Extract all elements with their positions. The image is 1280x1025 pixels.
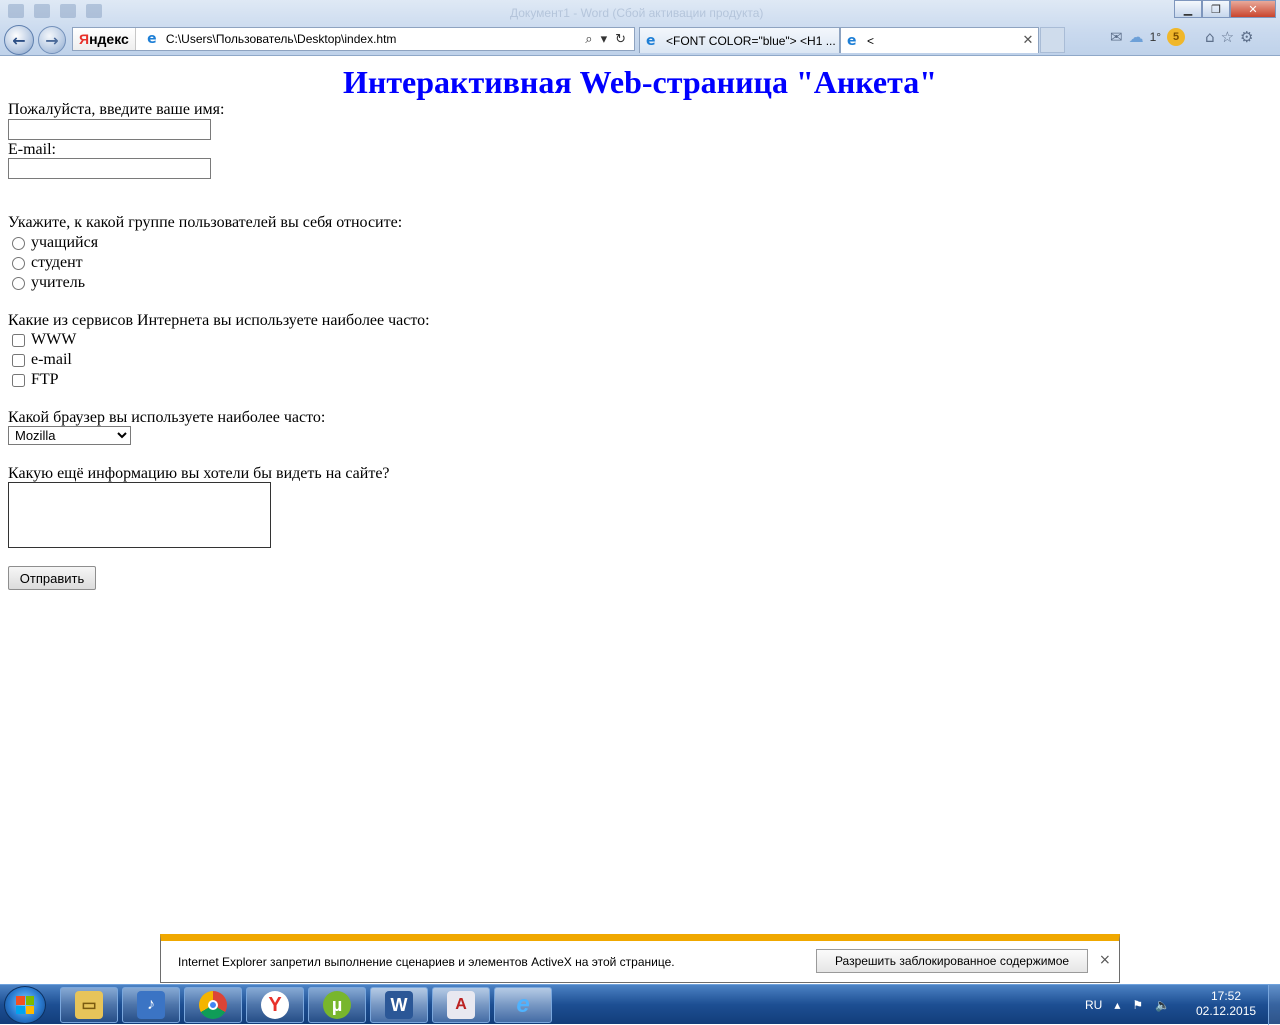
services-question: Какие из сервисов Интернета вы используе…: [8, 312, 430, 329]
group-radio[interactable]: [12, 276, 25, 290]
forward-arrow-icon: →: [45, 30, 59, 50]
browser-toolbar: Документ1 - Word (Сбой активации продукт…: [0, 0, 1280, 56]
service-option-ftp[interactable]: FTP: [10, 370, 59, 390]
service-option-www[interactable]: WWW: [10, 330, 76, 350]
windows-taskbar: ▭ ♪ Y µ W A e RU ▴ ⚑ 🔈 17:52 02.12.2015: [0, 984, 1280, 1025]
group-option-pupil[interactable]: учащийся: [10, 233, 98, 253]
search-icon[interactable]: ⌕: [585, 32, 592, 47]
yandex-search-logo[interactable]: Яндекс: [73, 28, 136, 50]
yandex-browser-icon: Y: [261, 991, 289, 1019]
coin-badge-icon[interactable]: 5: [1167, 28, 1186, 46]
taskbar-yandex-browser[interactable]: Y: [246, 987, 304, 1023]
info-question: Какую ещё информацию вы хотели бы видеть…: [8, 465, 390, 482]
home-icon[interactable]: ⌂: [1205, 28, 1215, 46]
word-icon: W: [385, 991, 413, 1019]
tab-label: <FONT COLOR="blue"> <H1 ...: [666, 33, 836, 48]
allow-blocked-content-button[interactable]: Разрешить заблокированное содержимое: [816, 949, 1088, 973]
group-radio[interactable]: [12, 236, 25, 250]
notification-message: Internet Explorer запретил выполнение сц…: [178, 955, 675, 969]
browser-select[interactable]: Mozilla: [8, 426, 131, 445]
group-radio[interactable]: [12, 256, 25, 270]
quick-access-toolbar: [8, 4, 102, 18]
name-input[interactable]: [8, 119, 211, 140]
service-checkbox[interactable]: [12, 373, 25, 387]
close-window-button[interactable]: ✕: [1230, 0, 1276, 18]
email-input[interactable]: [8, 158, 211, 179]
page-content: Интерактивная Web-страница "Анкета" Пожа…: [0, 57, 1280, 590]
service-checkbox[interactable]: [12, 333, 25, 347]
close-icon[interactable]: ×: [1099, 952, 1111, 968]
activex-notification-bar: Internet Explorer запретил выполнение сц…: [160, 934, 1120, 983]
address-url[interactable]: C:\Users\Пользователь\Desktop\index.htm: [166, 32, 585, 46]
taskbar-word[interactable]: W: [370, 987, 428, 1023]
group-option-teacher[interactable]: учитель: [10, 273, 85, 293]
system-tray: RU ▴ ⚑ 🔈: [1085, 985, 1170, 1025]
back-button[interactable]: ←: [4, 25, 34, 55]
favorites-star-icon[interactable]: ☆: [1221, 28, 1234, 46]
taskbar-media-player[interactable]: ♪: [122, 987, 180, 1023]
forward-button[interactable]: →: [38, 26, 66, 54]
back-arrow-icon: ←: [12, 30, 26, 50]
window-title: Документ1 - Word (Сбой активации продукт…: [510, 6, 764, 20]
group-question: Укажите, к какой группе пользователей вы…: [8, 214, 403, 231]
ie-page-icon: e: [646, 32, 656, 49]
ie-page-icon: e: [147, 31, 157, 47]
browser-question: Какой браузер вы используете наиболее ча…: [8, 409, 326, 426]
clock-time: 17:52: [1210, 989, 1242, 1003]
start-button[interactable]: [4, 986, 46, 1024]
submit-button[interactable]: Отправить: [8, 566, 96, 590]
new-tab-button[interactable]: [1040, 27, 1065, 53]
email-label: E-mail:: [8, 141, 56, 158]
taskbar-access-app[interactable]: A: [432, 987, 490, 1023]
gear-icon[interactable]: ⚙: [1240, 28, 1253, 46]
tab-font-color[interactable]: e <FONT COLOR="blue"> <H1 ...: [639, 27, 840, 53]
volume-icon[interactable]: 🔈: [1155, 998, 1170, 1012]
language-indicator[interactable]: RU: [1085, 998, 1102, 1012]
taskbar-internet-explorer[interactable]: e: [494, 987, 552, 1023]
ie-page-icon: e: [847, 32, 857, 49]
dropdown-arrow-icon[interactable]: ▾: [601, 32, 608, 47]
tray-expand-icon[interactable]: ▴: [1114, 998, 1120, 1012]
document-app-icon: A: [447, 991, 475, 1019]
ie-icon: e: [516, 991, 530, 1018]
taskbar-chrome[interactable]: [184, 987, 242, 1023]
tab-active[interactable]: e < ✕: [840, 27, 1039, 53]
folder-icon: ▭: [75, 991, 103, 1019]
comment-textarea[interactable]: [8, 482, 271, 548]
mail-icon[interactable]: ✉: [1110, 28, 1123, 46]
minimize-button[interactable]: ▁: [1174, 0, 1202, 18]
refresh-icon[interactable]: ↻: [615, 32, 626, 47]
window-controls: ▁ ❐ ✕: [1174, 0, 1276, 18]
name-label: Пожалуйста, введите ваше имя:: [8, 101, 225, 118]
speaker-icon: ♪: [137, 991, 165, 1019]
close-tab-icon[interactable]: ✕: [1018, 33, 1038, 48]
service-option-email[interactable]: e-mail: [10, 350, 72, 370]
tab-label: <: [867, 33, 875, 48]
taskbar-file-explorer[interactable]: ▭: [60, 987, 118, 1023]
restore-button[interactable]: ❐: [1202, 0, 1230, 18]
toolbar-extensions: ✉ ☁ 1° 5 ⌂ ☆ ⚙: [1110, 28, 1254, 46]
windows-logo-icon: [16, 996, 34, 1014]
page-title: Интерактивная Web-страница "Анкета": [342, 64, 937, 100]
show-desktop-button[interactable]: [1268, 985, 1280, 1025]
clock-date: 02.12.2015: [1196, 1004, 1257, 1018]
action-center-flag-icon[interactable]: ⚑: [1132, 998, 1143, 1012]
service-checkbox[interactable]: [12, 353, 25, 367]
utorrent-icon: µ: [323, 991, 351, 1019]
chrome-icon: [199, 991, 227, 1019]
address-bar[interactable]: Яндекс e C:\Users\Пользователь\Desktop\i…: [72, 27, 635, 51]
weather-temp: 1°: [1149, 30, 1162, 44]
weather-cloud-icon[interactable]: ☁: [1129, 28, 1144, 46]
taskbar-clock[interactable]: 17:52 02.12.2015: [1196, 989, 1256, 1019]
group-option-student[interactable]: студент: [10, 253, 83, 273]
taskbar-utorrent[interactable]: µ: [308, 987, 366, 1023]
